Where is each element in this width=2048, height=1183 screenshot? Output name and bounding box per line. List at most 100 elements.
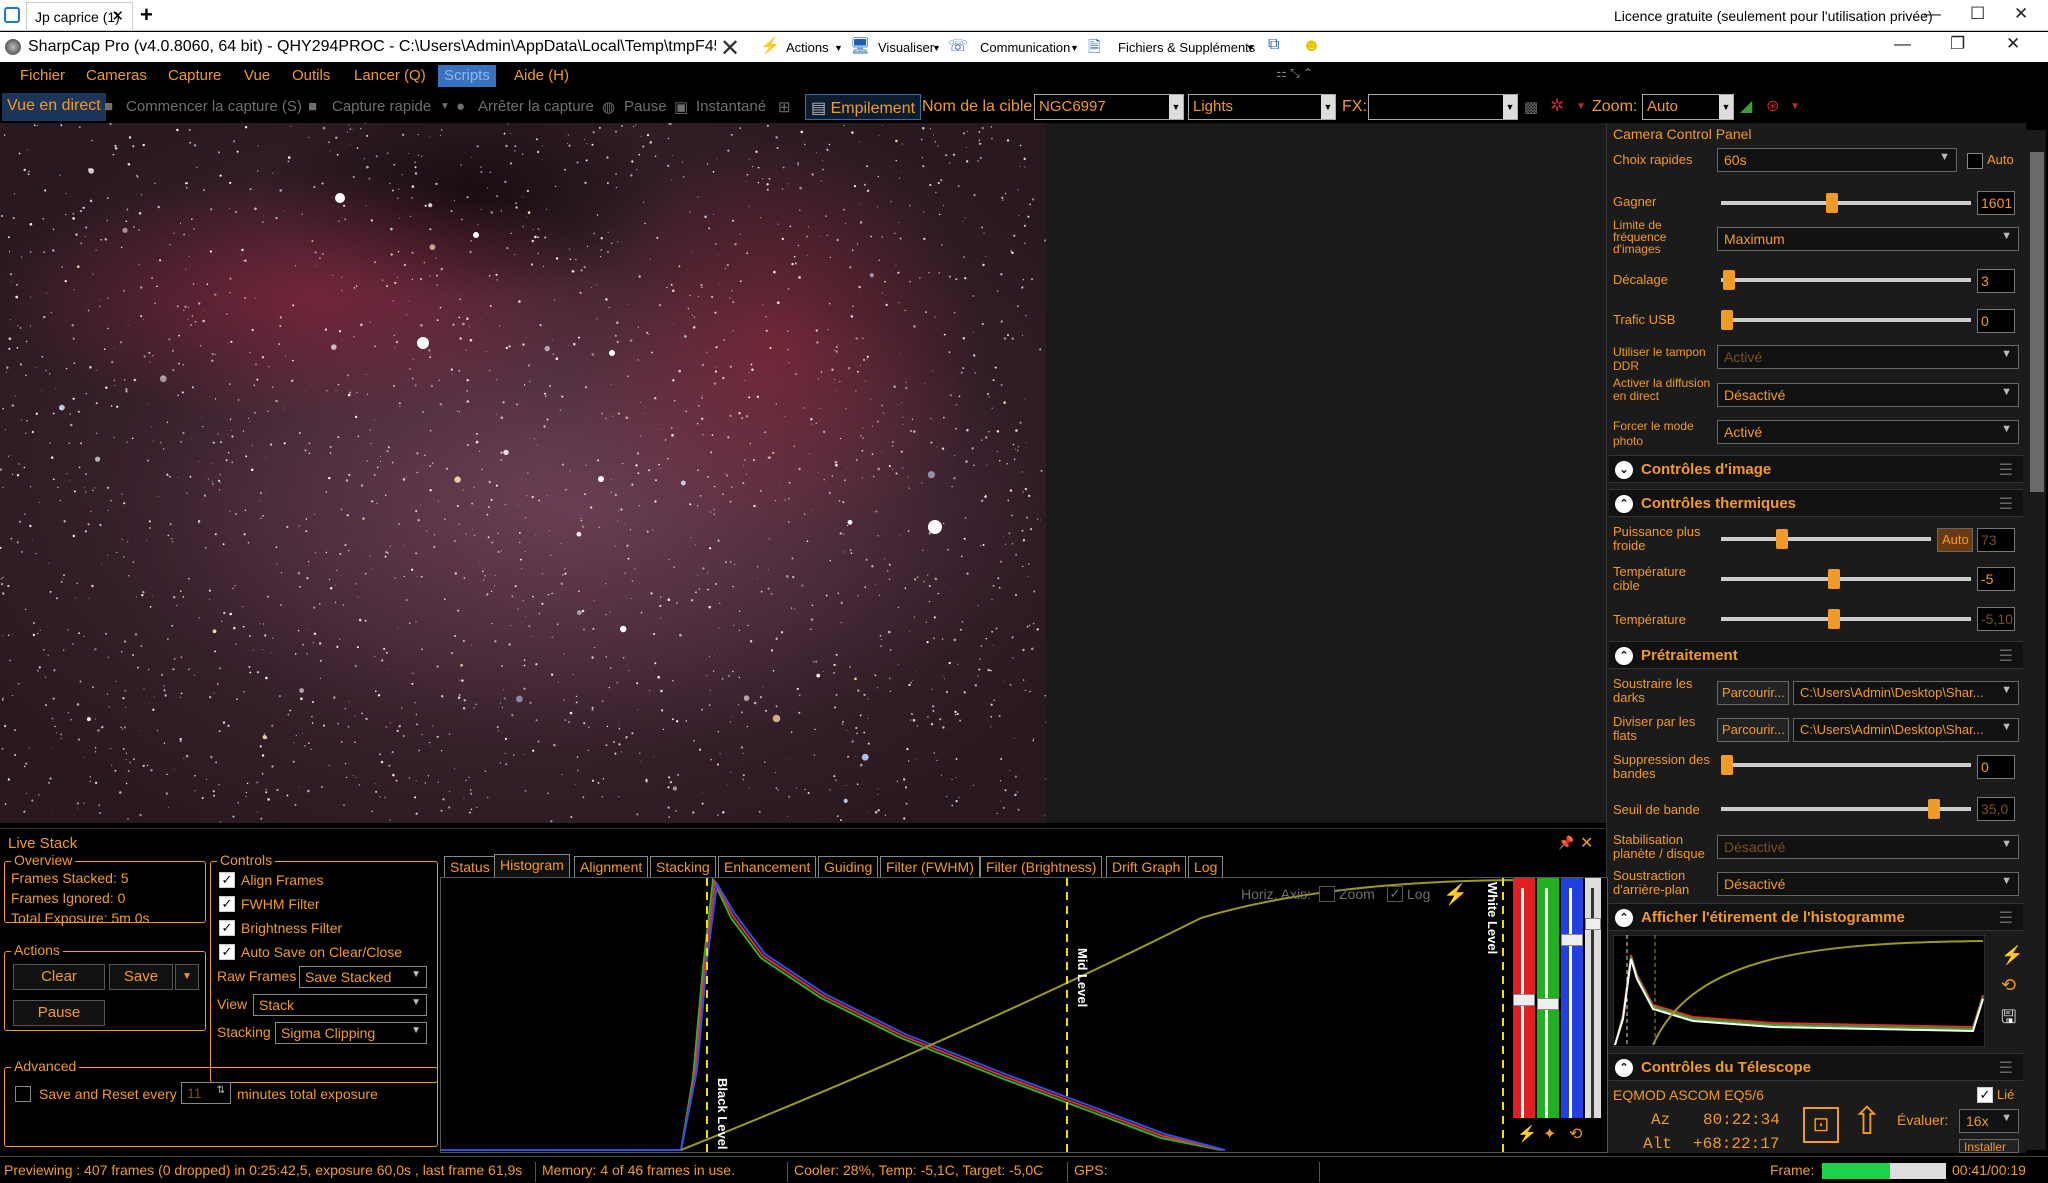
tab-enhancement[interactable]: Enhancement: [718, 856, 817, 878]
menu-capture[interactable]: Capture: [168, 67, 221, 84]
auto-save-checkbox[interactable]: ✓: [219, 944, 235, 960]
usb-traffic-value[interactable]: 0: [1977, 309, 2015, 333]
band-threshold-value[interactable]: 35,0: [1977, 797, 2015, 821]
new-tab-icon[interactable]: +: [140, 2, 153, 28]
pause-stack-button[interactable]: Pause: [13, 1000, 105, 1026]
section-preprocessing[interactable]: ⌃ Prétraitement ☰: [1609, 641, 2023, 669]
app-close-icon[interactable]: ✕: [2006, 34, 2020, 54]
histogram-stretch-plot[interactable]: [1613, 935, 1985, 1047]
save-reset-checkbox[interactable]: [15, 1086, 31, 1102]
tab-guiding[interactable]: Guiding: [818, 856, 879, 878]
crosshair-icon[interactable]: ✲: [1550, 96, 1564, 116]
close-icon[interactable]: ✕: [720, 34, 740, 63]
cooler-power-slider[interactable]: [1721, 529, 1931, 549]
menu-lancer[interactable]: Lancer (Q): [354, 67, 426, 84]
frame-type-combo[interactable]: Lights ▼: [1188, 94, 1336, 120]
reticle-icon[interactable]: ⊛: [1766, 96, 1779, 116]
chevron-down-icon[interactable]: ▼: [440, 101, 450, 112]
install-button[interactable]: Installer: [1959, 1139, 2019, 1153]
linked-checkbox[interactable]: ✓: [1977, 1087, 1993, 1103]
band-suppression-value[interactable]: 0: [1977, 755, 2015, 779]
north-arrow-icon[interactable]: ⇧: [1851, 1103, 1883, 1141]
band-threshold-slider-knob[interactable]: [1928, 799, 1941, 819]
red-slider-knob[interactable]: [1513, 994, 1535, 1006]
stacking-combo[interactable]: Sigma Clipping ▼: [275, 1022, 427, 1044]
cooler-power-value[interactable]: 73: [1977, 528, 2015, 552]
stop-capture-button[interactable]: Arrêter la capture: [478, 98, 594, 115]
view-combo[interactable]: Stack ▼: [253, 994, 427, 1016]
log-checkbox[interactable]: ✓: [1387, 886, 1403, 902]
menu-icon[interactable]: ☰: [1999, 646, 2013, 666]
spinner-arrows-icon[interactable]: ⇅: [217, 1085, 225, 1096]
live-stack-button[interactable]: ▤ Empilement: [805, 94, 922, 120]
visualiser-menu[interactable]: Visualiser: [878, 40, 934, 55]
close-tab-icon[interactable]: ✕: [111, 3, 124, 31]
save-button[interactable]: Save: [109, 964, 173, 990]
tab-stacking[interactable]: Stacking: [650, 856, 716, 878]
auto-stretch-icon[interactable]: ⚡: [1443, 882, 1468, 907]
white-slider-knob[interactable]: [1585, 918, 1601, 930]
cooler-power-slider-knob[interactable]: [1776, 529, 1789, 549]
histogram-area[interactable]: Black Level Mid Level White Level Horiz.…: [440, 877, 1608, 1153]
section-histogram-stretch[interactable]: ⌃ Afficher l'étirement de l'histogramme ☰: [1609, 903, 2023, 931]
chevron-down-icon[interactable]: ▼: [1576, 101, 1586, 112]
target-temp-value[interactable]: -5: [1977, 567, 2015, 591]
menu-scripts[interactable]: Scripts: [438, 65, 496, 87]
usb-traffic-slider-knob[interactable]: [1721, 310, 1733, 330]
target-temp-slider[interactable]: [1721, 569, 1971, 589]
rate-combo[interactable]: 16x ▼: [1959, 1109, 2019, 1133]
fx-combo[interactable]: ▼: [1368, 94, 1518, 120]
fx-settings-icon[interactable]: ▩: [1524, 98, 1538, 116]
tab-histogram[interactable]: Histogram: [494, 854, 570, 878]
zoom-combo[interactable]: Auto ▼: [1642, 94, 1734, 120]
target-temp-slider-knob[interactable]: [1828, 569, 1841, 589]
darks-browse-button[interactable]: Parcourir...: [1717, 681, 1789, 705]
minimize-icon[interactable]: —: [1924, 4, 1941, 24]
panel-scrollbar[interactable]: [2026, 130, 2046, 1150]
target-name-combo[interactable]: NGC6997 ▼: [1034, 94, 1184, 120]
gain-slider[interactable]: [1721, 193, 1971, 213]
background-subtraction-combo[interactable]: Désactivé ▼: [1717, 872, 2019, 896]
rdp-tab[interactable]: Jp caprice (1) ✕: [26, 2, 133, 30]
communication-menu[interactable]: Communication: [980, 40, 1070, 55]
clear-button[interactable]: Clear: [13, 964, 105, 990]
quick-capture-button[interactable]: Capture rapide: [332, 98, 431, 115]
band-suppression-slider[interactable]: [1721, 755, 1971, 775]
histogram-icon[interactable]: ◢: [1740, 96, 1752, 116]
start-capture-button[interactable]: Commencer la capture (S): [126, 98, 302, 115]
menu-outils[interactable]: Outils: [292, 67, 330, 84]
section-thermal-controls[interactable]: ⌃ Contrôles thermiques ☰: [1609, 489, 2023, 517]
histogram-plot[interactable]: [441, 878, 1607, 1152]
close-icon[interactable]: ✕: [1580, 833, 1593, 853]
gain-value[interactable]: 1601: [1977, 191, 2015, 215]
maximize-icon[interactable]: ☐: [1970, 4, 1985, 24]
tab-filter-fwhm[interactable]: Filter (FWHM): [880, 856, 980, 878]
menu-icon[interactable]: ☰: [1999, 1058, 2013, 1078]
save-icon[interactable]: 🖫: [2001, 1005, 2016, 1035]
camera-preview-image[interactable]: [0, 123, 1046, 823]
stabilisation-combo[interactable]: Désactivé ▼: [1717, 835, 2019, 859]
ddr-combo[interactable]: Activé ▼: [1717, 345, 2019, 369]
zoom-checkbox[interactable]: [1319, 886, 1335, 902]
flats-browse-button[interactable]: Parcourir...: [1717, 718, 1789, 742]
fps-combo[interactable]: Maximum ▼: [1717, 227, 2019, 251]
band-threshold-slider[interactable]: [1721, 799, 1971, 819]
app-restore-icon[interactable]: ❐: [1950, 34, 1965, 54]
offset-value[interactable]: 3: [1977, 269, 2015, 293]
menu-fichier[interactable]: Fichier: [20, 67, 65, 84]
raw-frames-combo[interactable]: Save Stacked ▼: [299, 966, 427, 988]
gain-slider-knob[interactable]: [1825, 193, 1838, 213]
minutes-stepper[interactable]: 11 ⇅: [181, 1082, 231, 1104]
tab-log[interactable]: Log: [1188, 856, 1224, 878]
star-icon[interactable]: ✦: [1543, 1124, 1556, 1144]
darks-path-combo[interactable]: C:\Users\Admin\Desktop\Shar... ▼: [1793, 681, 2019, 705]
lightning-icon[interactable]: ⚡: [1517, 1124, 1537, 1144]
screens-icon[interactable]: ⧉: [1268, 36, 1279, 54]
auto-checkbox[interactable]: [1967, 153, 1983, 169]
save-options-chevron-icon[interactable]: ▼: [175, 964, 199, 990]
live-view-button[interactable]: Vue en direct: [2, 93, 106, 121]
blue-slider-knob[interactable]: [1561, 934, 1583, 946]
quick-choice-combo[interactable]: 60s ▼: [1717, 148, 1957, 172]
tab-alignment[interactable]: Alignment: [574, 856, 649, 878]
menu-icon[interactable]: ☰: [1999, 494, 2013, 514]
